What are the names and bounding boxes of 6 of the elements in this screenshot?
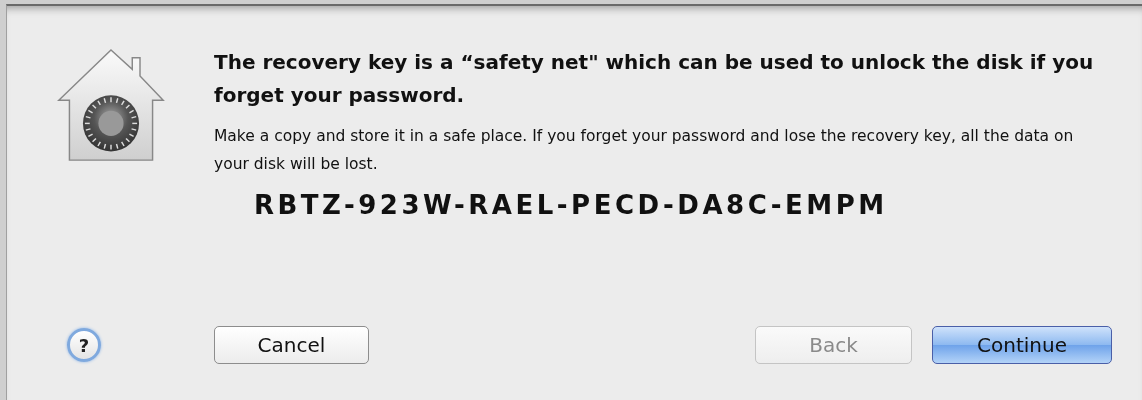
recovery-key: RBTZ-923W-RAEL-PECD-DA8C-EMPM [254,190,888,220]
continue-button[interactable]: Continue [932,326,1112,364]
dialog-message: Make a copy and store it in a safe place. If you forget your password and lose the recovery key, all the data on your disk will be lost. [214,126,1075,175]
help-button[interactable]: ? [67,328,101,362]
dialog-title: The recovery key is a “safety net" which can be used to unlock the disk if you forget your password. [214,49,1094,109]
dialog-button[interactable]: Cancel [214,326,369,364]
